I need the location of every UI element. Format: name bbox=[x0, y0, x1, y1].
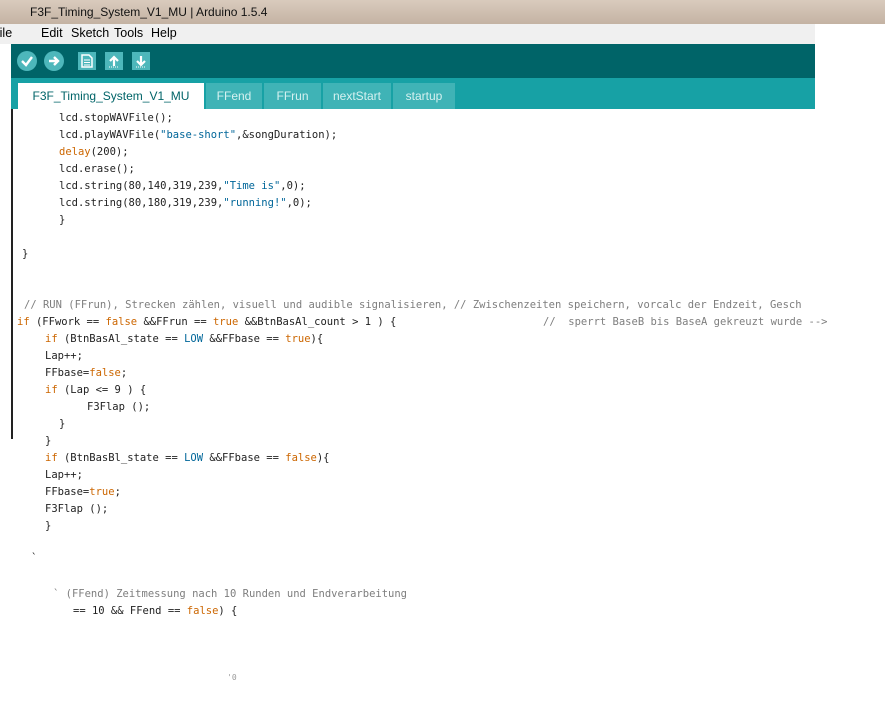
save-button[interactable] bbox=[132, 52, 150, 70]
tab-nextstart[interactable]: nextStart bbox=[323, 83, 391, 109]
code-line: lcd.erase(); bbox=[59, 163, 135, 175]
code-line: } bbox=[22, 248, 29, 260]
upload-button[interactable] bbox=[44, 51, 64, 71]
code-line: Lap++; bbox=[45, 469, 83, 481]
menu-help[interactable]: Help bbox=[151, 26, 177, 40]
title-bar: F3F_Timing_System_V1_MU | Arduino 1.5.4 bbox=[0, 0, 885, 24]
code-comment: ` (FFend) Zeitmessung nach 10 Runden und… bbox=[53, 588, 408, 600]
window-title: F3F_Timing_System_V1_MU | Arduino 1.5.4 bbox=[30, 5, 268, 19]
tab-label: F3F_Timing_System_V1_MU bbox=[32, 89, 190, 103]
toolbar bbox=[11, 44, 885, 78]
code-line: == 10 && FFend == false) { bbox=[73, 605, 238, 617]
tab-ffrun[interactable]: FFrun bbox=[264, 83, 321, 109]
code-line: } bbox=[59, 418, 66, 430]
tab-label: FFrun bbox=[276, 89, 309, 103]
new-button[interactable] bbox=[78, 52, 96, 70]
code-line: if (FFwork == false &&FFrun == true &&Bt… bbox=[17, 316, 397, 328]
code-line: FFbase=true; bbox=[45, 486, 121, 498]
open-button[interactable] bbox=[105, 52, 123, 70]
code-line: } bbox=[45, 520, 52, 532]
menu-edit[interactable]: Edit bbox=[41, 26, 63, 40]
down-arrow-icon bbox=[136, 56, 146, 68]
code-comment: // sperrt BaseB bis BaseA gekreuzt wurde… bbox=[543, 316, 828, 328]
code-line: lcd.string(80,140,319,239,"Time is",0); bbox=[59, 180, 306, 192]
window-edge bbox=[815, 24, 885, 110]
code-line: Lap++; bbox=[45, 350, 83, 362]
menu-sketch[interactable]: Sketch bbox=[71, 26, 109, 40]
code-comment: // RUN (FFrun), Strecken zählen, visuell… bbox=[24, 299, 802, 311]
code-line: lcd.playWAVFile("base-short",&songDurati… bbox=[59, 129, 338, 141]
right-arrow-icon bbox=[49, 56, 60, 66]
tab-label: startup bbox=[405, 89, 443, 103]
document-icon bbox=[81, 54, 93, 68]
code-line: lcd.string(80,180,319,239,"running!",0); bbox=[59, 197, 312, 209]
tab-label: FFend bbox=[216, 89, 252, 103]
verify-button[interactable] bbox=[17, 51, 37, 71]
code-line: delay(200); bbox=[59, 146, 129, 158]
code-line: } bbox=[45, 435, 52, 447]
tab-label: nextStart bbox=[332, 89, 382, 103]
up-arrow-icon bbox=[109, 55, 119, 68]
code-line: FFbase=false; bbox=[45, 367, 128, 379]
tab-ffend[interactable]: FFend bbox=[206, 83, 262, 109]
menu-bar: File Edit Sketch Tools Help bbox=[0, 24, 885, 44]
code-line: if (BtnBasBl_state == LOW &&FFbase == fa… bbox=[45, 452, 330, 464]
code-fragment: '0 bbox=[227, 673, 237, 682]
code-line: } bbox=[59, 214, 66, 226]
code-line: ` bbox=[31, 552, 38, 564]
editor-gutter-edge bbox=[11, 109, 13, 439]
tab-main-sketch[interactable]: F3F_Timing_System_V1_MU bbox=[18, 83, 204, 109]
menu-file[interactable]: File bbox=[0, 26, 12, 40]
code-line: F3Flap (); bbox=[45, 503, 109, 515]
code-line: if (Lap <= 9 ) { bbox=[45, 384, 147, 396]
code-line: F3Flap (); bbox=[87, 401, 151, 413]
menu-tools[interactable]: Tools bbox=[114, 26, 143, 40]
tab-startup[interactable]: startup bbox=[393, 83, 455, 109]
code-editor[interactable]: lcd.stopWAVFile(); lcd.playWAVFile("base… bbox=[11, 109, 885, 722]
code-line: lcd.stopWAVFile(); bbox=[59, 112, 173, 124]
sketch-tabs: F3F_Timing_System_V1_MU FFend FFrun next… bbox=[11, 78, 815, 109]
checkmark-icon bbox=[21, 56, 33, 67]
code-line: if (BtnBasAl_state == LOW &&FFbase == tr… bbox=[45, 333, 324, 345]
